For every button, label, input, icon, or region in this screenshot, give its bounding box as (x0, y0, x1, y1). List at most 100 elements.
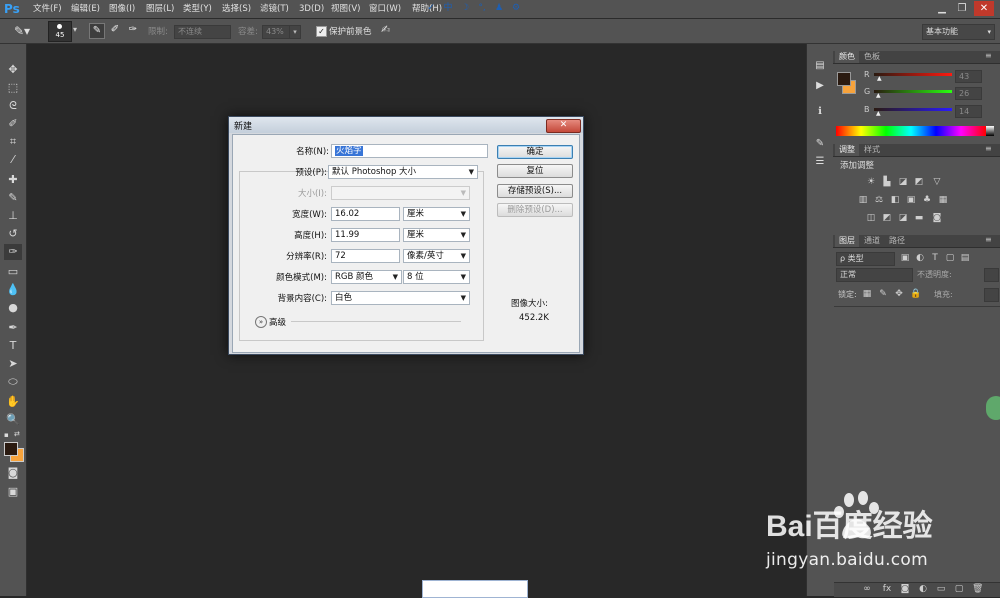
brush-panel-icon[interactable]: ✎ (813, 138, 827, 152)
tolerance-dropdown-icon[interactable]: ▾ (289, 25, 301, 39)
channel-mixer-icon[interactable]: ♣ (922, 196, 932, 205)
photo-filter-icon[interactable]: ▣ (906, 196, 916, 205)
advanced-expand-icon[interactable]: » (255, 316, 267, 328)
resolution-input[interactable]: 72 (331, 249, 400, 263)
eraser-tool-icon[interactable]: ✑ (4, 244, 22, 260)
reset-button[interactable]: 复位 (497, 164, 573, 178)
panel-menu-icon[interactable]: ≡ (985, 51, 992, 60)
filter-smart-icon[interactable]: ▤ (960, 254, 970, 263)
new-layer-icon[interactable]: ▢ (954, 585, 964, 594)
hue-saturation-icon[interactable]: ▥ (858, 196, 868, 205)
opacity-input[interactable] (984, 268, 999, 282)
default-colors-icon[interactable]: ▪ (4, 431, 12, 439)
color-balance-icon[interactable]: ⚖ (874, 196, 884, 205)
r-value[interactable]: 43 (955, 70, 982, 83)
vibrance-icon[interactable]: ▽ (932, 178, 942, 187)
tab-adjustments[interactable]: 调整 (835, 144, 859, 156)
b-slider[interactable] (874, 108, 952, 111)
tab-paths[interactable]: 路径 (885, 235, 909, 247)
new-adjustment-icon[interactable]: ◐ (918, 585, 928, 594)
menu-view[interactable]: 视图(V) (331, 0, 360, 18)
foreground-color-swatch[interactable] (4, 442, 18, 456)
threshold-icon[interactable]: ◪ (898, 214, 908, 223)
close-icon[interactable]: ✕ (974, 1, 994, 16)
b-slider-handle-icon[interactable]: ▲ (876, 110, 881, 117)
advanced-label[interactable]: 高级 (269, 316, 286, 328)
black-white-ramp[interactable] (986, 126, 994, 136)
clone-stamp-tool-icon[interactable]: ⊥ (4, 208, 22, 224)
preset-select[interactable]: 默认 Photoshop 大小 ▼ (328, 165, 478, 179)
ime-user-icon[interactable]: ♟ (493, 1, 505, 15)
properties-panel-icon[interactable]: ☰ (813, 156, 827, 170)
exposure-icon[interactable]: ◩ (914, 178, 924, 187)
tab-layers[interactable]: 图层 (835, 235, 859, 247)
crop-tool-icon[interactable]: ⌗ (4, 134, 22, 150)
width-unit-select[interactable]: 厘米 ▼ (403, 207, 470, 221)
tolerance-input[interactable]: 43% (262, 25, 291, 39)
history-panel-icon[interactable]: ▤ (813, 60, 827, 74)
blend-mode-select[interactable]: 正常 (836, 268, 913, 282)
r-slider-handle-icon[interactable]: ▲ (877, 75, 882, 82)
menu-image[interactable]: 图像(I) (109, 0, 135, 18)
move-tool-icon[interactable]: ✥ (4, 62, 22, 78)
name-input[interactable]: 火焰字 (331, 144, 488, 158)
b-value[interactable]: 14 (955, 105, 982, 118)
g-slider-handle-icon[interactable]: ▲ (876, 92, 881, 99)
lock-position-icon[interactable]: ✥ (894, 290, 904, 299)
gradient-map-icon[interactable]: ▬ (914, 214, 924, 223)
background-contents-select[interactable]: 白色 ▼ (331, 291, 470, 305)
ok-button[interactable]: 确定 (497, 145, 573, 159)
pressure-brush-icon[interactable]: ✍ (381, 23, 395, 37)
lock-all-icon[interactable]: 🔒 (910, 290, 921, 299)
menu-3d[interactable]: 3D(D) (299, 0, 324, 18)
marquee-tool-icon[interactable]: ⬚ (4, 80, 22, 96)
g-slider[interactable] (874, 90, 952, 93)
magic-eraser-tool-preset-icon[interactable]: ✎▾ (14, 23, 40, 39)
screen-mode-icon[interactable]: ▣ (4, 484, 22, 500)
filter-pixel-icon[interactable]: ▣ (900, 254, 910, 263)
swap-colors-icon[interactable]: ⇄ (14, 430, 22, 438)
eyedropper-tool-icon[interactable]: ⁄ (4, 152, 22, 168)
workspace-switcher[interactable]: 基本功能 ▾ (922, 24, 995, 40)
filter-adjust-icon[interactable]: ◐ (915, 254, 925, 263)
brush-preset-picker[interactable]: 45 (48, 21, 72, 42)
bit-depth-select[interactable]: 8 位 ▼ (403, 270, 470, 284)
layer-filter-select[interactable]: ρ 类型 (836, 252, 895, 266)
menu-file[interactable]: 文件(F) (33, 0, 62, 18)
zoom-tool-icon[interactable]: 🔍 (4, 412, 22, 428)
pen-tool-icon[interactable]: ✒ (4, 320, 22, 336)
history-brush-tool-icon[interactable]: ↺ (4, 226, 22, 242)
dodge-tool-icon[interactable]: ● (4, 300, 22, 316)
gradient-tool-icon[interactable]: ▭ (4, 264, 22, 280)
restore-icon[interactable]: ❐ (952, 1, 972, 16)
filter-shape-icon[interactable]: ▢ (945, 254, 955, 263)
info-panel-icon[interactable]: ℹ (813, 106, 827, 120)
tab-channels[interactable]: 通道 (860, 235, 884, 247)
black-white-icon[interactable]: ◧ (890, 196, 900, 205)
delete-layer-icon[interactable]: 🗑 (972, 585, 983, 594)
brush-tool-icon[interactable]: ✎ (4, 190, 22, 206)
lock-image-icon[interactable]: ✎ (878, 290, 888, 299)
hand-tool-icon[interactable]: ✋ (4, 394, 22, 410)
save-preset-button[interactable]: 存储预设(S)... (497, 184, 573, 198)
ime-moon-icon[interactable]: ☽ (459, 1, 471, 15)
link-layers-icon[interactable]: ∞ (862, 585, 872, 594)
brightness-contrast-icon[interactable]: ☀ (866, 178, 876, 187)
selective-color-icon[interactable]: ◙ (932, 214, 942, 223)
g-value[interactable]: 26 (955, 87, 982, 100)
actions-play-icon[interactable]: ▶ (813, 80, 827, 94)
filter-type-icon[interactable]: T (930, 254, 940, 263)
menu-type[interactable]: 类型(Y) (183, 0, 212, 18)
new-group-icon[interactable]: ▭ (936, 585, 946, 594)
lock-transparent-icon[interactable]: ▦ (862, 290, 872, 299)
menu-select[interactable]: 选择(S) (222, 0, 251, 18)
type-tool-icon[interactable]: T (4, 338, 22, 354)
limit-select[interactable]: 不连续 (174, 25, 231, 39)
width-input[interactable]: 16.02 (331, 207, 400, 221)
posterize-icon[interactable]: ◩ (882, 214, 892, 223)
menu-window[interactable]: 窗口(W) (369, 0, 401, 18)
panel-menu-icon[interactable]: ≡ (985, 235, 992, 244)
menu-layer[interactable]: 图层(L) (146, 0, 174, 18)
path-selection-tool-icon[interactable]: ➤ (4, 356, 22, 372)
height-unit-select[interactable]: 厘米 ▼ (403, 228, 470, 242)
